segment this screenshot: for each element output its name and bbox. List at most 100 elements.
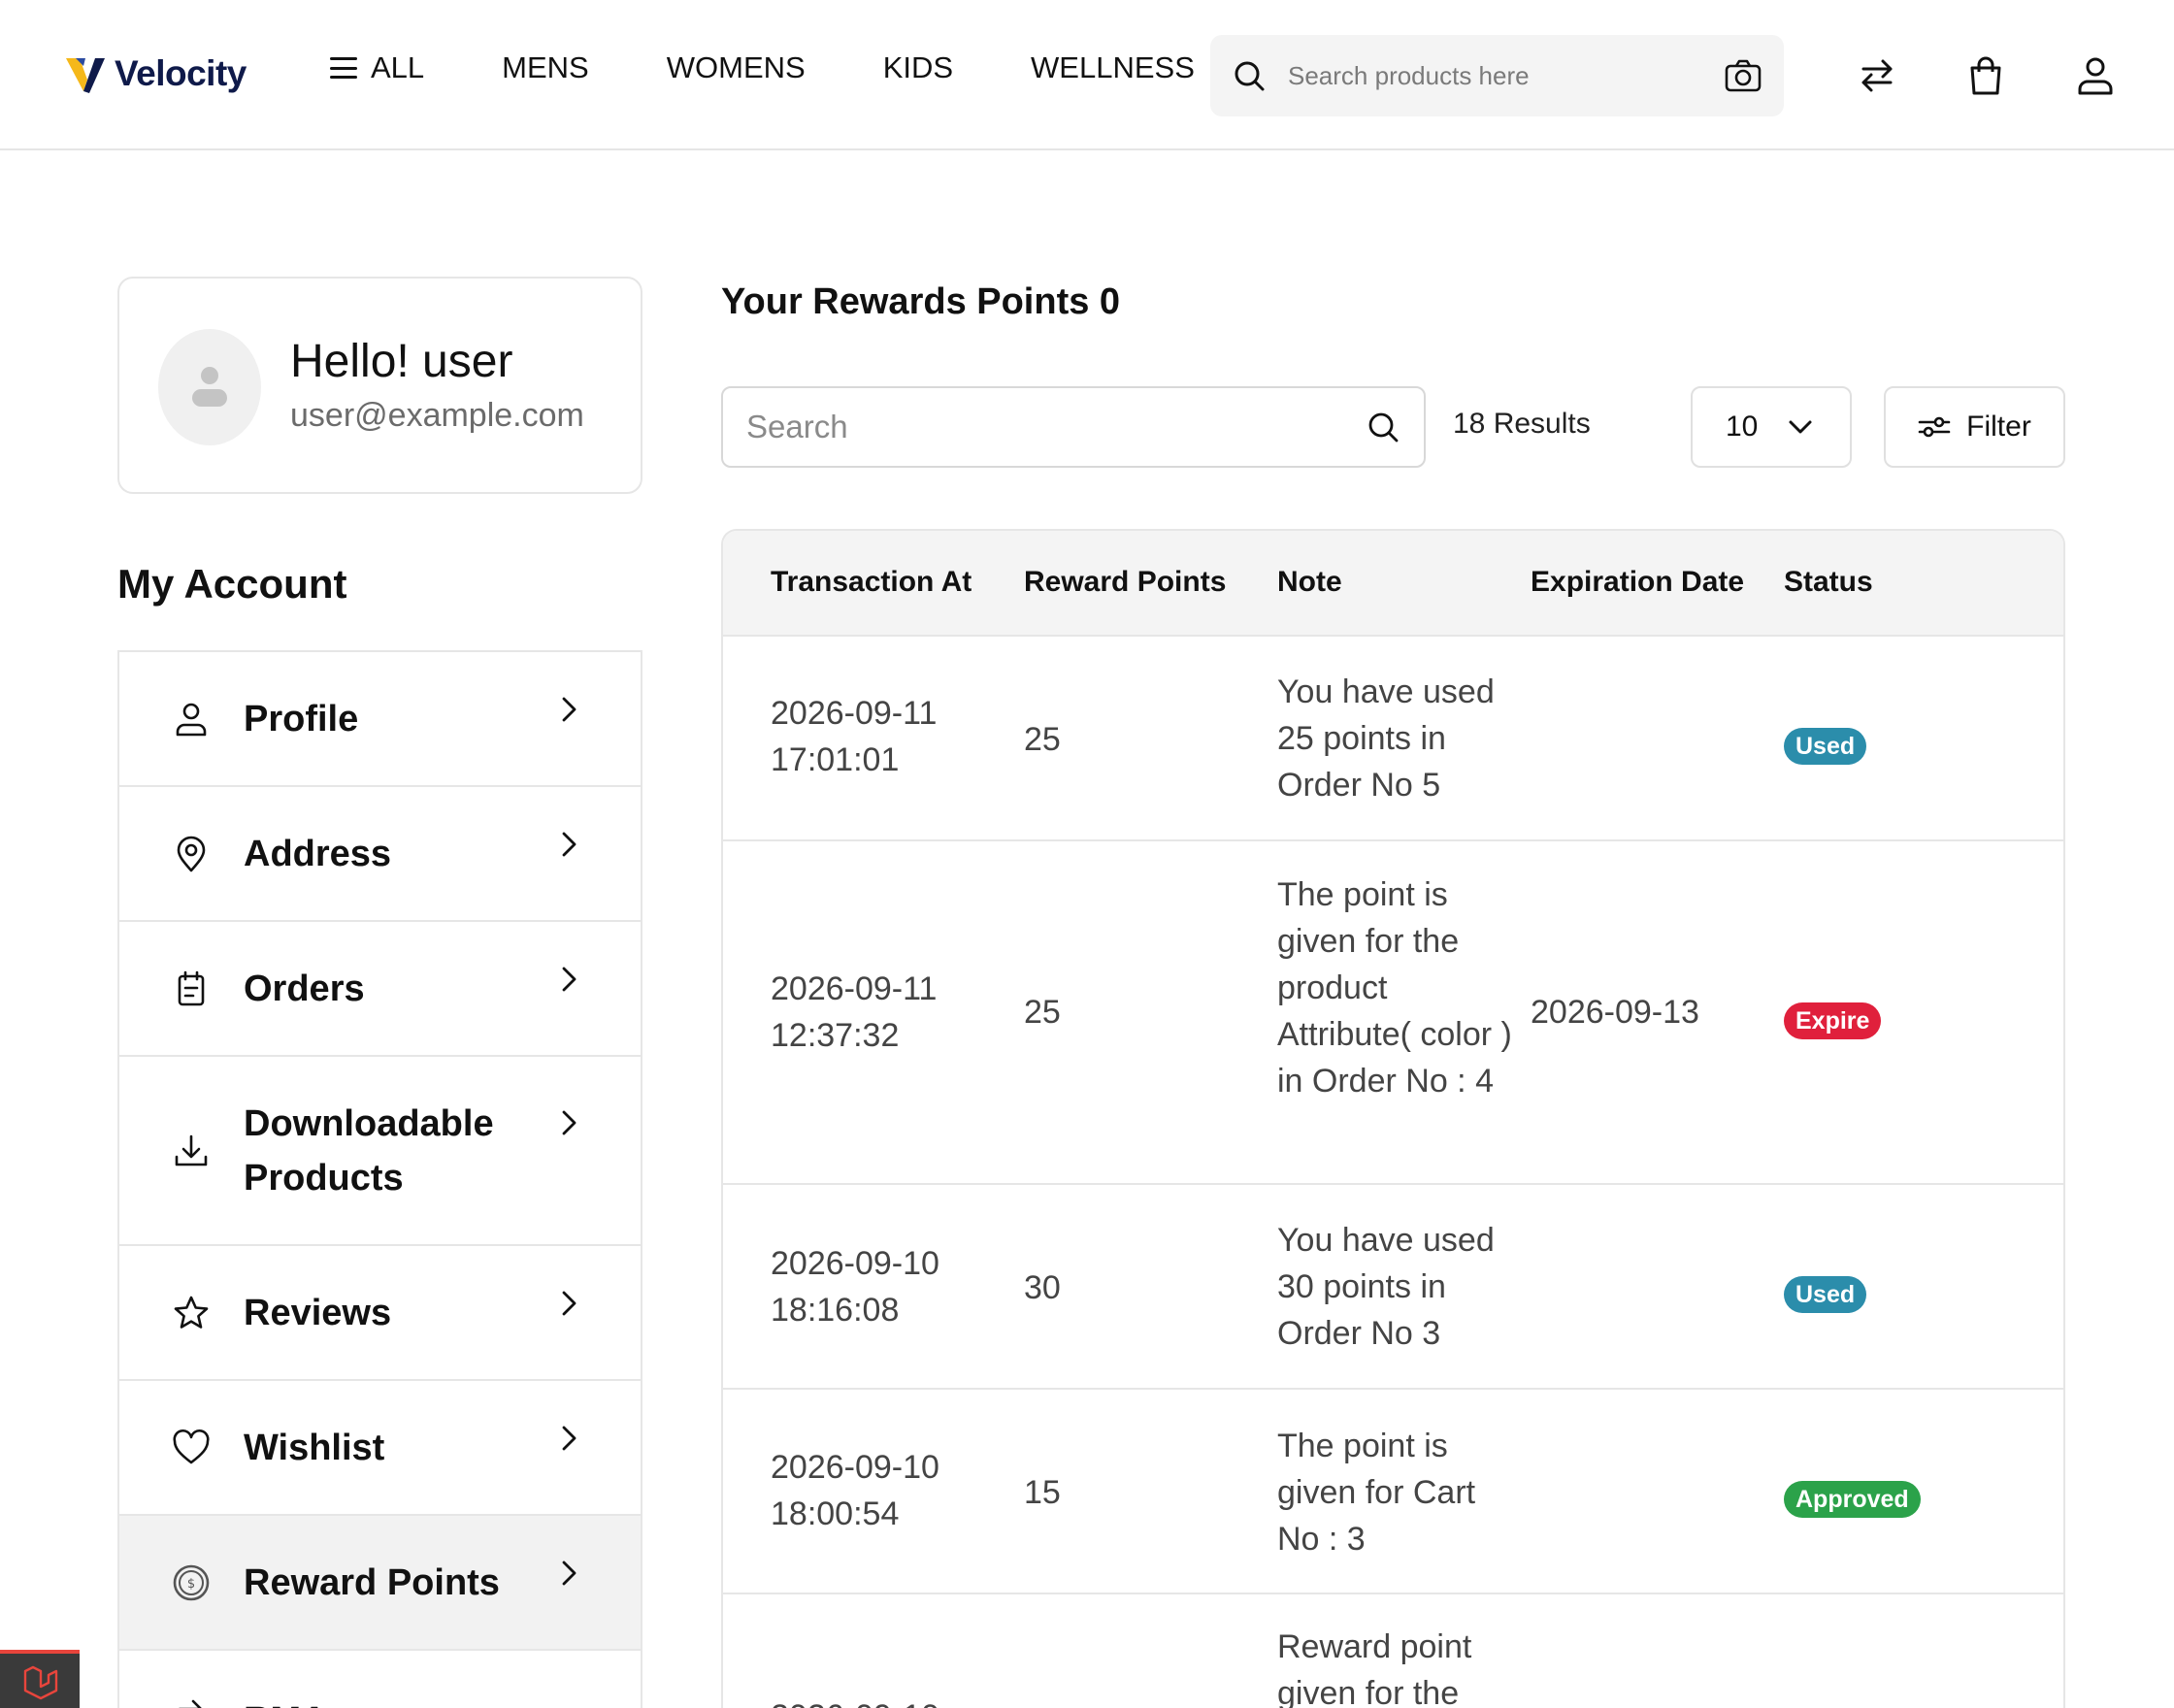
page-title: Your Rewards Points 0 bbox=[721, 281, 1121, 322]
avatar bbox=[158, 329, 261, 445]
note-text: Reward point given for the bbox=[1277, 1628, 1472, 1708]
user-icon bbox=[176, 703, 207, 736]
table-search-input[interactable] bbox=[746, 409, 1366, 445]
debug-toolbar-toggle[interactable] bbox=[0, 1650, 80, 1708]
sidebar-item-downloadable-products[interactable]: Downloadable Products bbox=[119, 1057, 641, 1246]
product-search-input[interactable] bbox=[1288, 60, 1724, 91]
sidebar-item-profile[interactable]: Profile bbox=[119, 652, 641, 787]
chevron-right-icon bbox=[562, 1560, 576, 1585]
account-menu: Profile Address Orders Downloadable Prod… bbox=[117, 650, 642, 1708]
time-value: 17:01:01 bbox=[771, 741, 900, 778]
nav-all[interactable]: ALL bbox=[330, 50, 424, 85]
transaction-date: 2026-09-11 12:37:32 bbox=[771, 966, 984, 1059]
profile-card: Hello! user user@example.com bbox=[117, 277, 642, 494]
chevron-right-icon bbox=[562, 832, 576, 856]
user-icon[interactable] bbox=[2074, 54, 2117, 97]
sidebar-item-label: Downloadable Products bbox=[244, 1102, 494, 1199]
status-badge: Approved bbox=[1784, 1481, 1921, 1518]
camera-icon[interactable] bbox=[1724, 56, 1762, 95]
clipboard-icon bbox=[178, 970, 205, 1005]
sidebar-item-rma[interactable]: RMA bbox=[119, 1651, 641, 1708]
nav-mens[interactable]: MENS bbox=[502, 50, 589, 85]
transaction-date: 2026-09-10 18:16:08 bbox=[771, 1240, 984, 1333]
sidebar-item-label: Reward Points bbox=[244, 1561, 500, 1603]
user-email: user@example.com bbox=[290, 397, 584, 434]
table-row: 2026-09-10 18:00:54 15 The point is give… bbox=[723, 1390, 2063, 1594]
sidebar-item-label: RMA bbox=[244, 1693, 535, 1708]
sidebar-item-reviews[interactable]: Reviews bbox=[119, 1246, 641, 1381]
sidebar-item-reward-points[interactable]: $ Reward Points bbox=[119, 1516, 641, 1651]
reward-points-value: 30 bbox=[1024, 1269, 1061, 1306]
search-icon[interactable] bbox=[1366, 410, 1400, 444]
product-search bbox=[1210, 35, 1784, 116]
note-text: You have used 25 points in Order No 5 bbox=[1277, 673, 1495, 804]
sidebar-item-orders[interactable]: Orders bbox=[119, 922, 641, 1057]
date-value: 2026-09-10 bbox=[771, 1245, 939, 1282]
greeting: Hello! user bbox=[290, 336, 513, 387]
reward-points-table: Transaction At Reward Points Note Expira… bbox=[721, 529, 2065, 1708]
status-badge: Used bbox=[1784, 1276, 1867, 1313]
filter-button[interactable]: Filter bbox=[1884, 386, 2065, 468]
date-value: 2026-09-10 bbox=[771, 1449, 939, 1486]
sidebar-item-label: Wishlist bbox=[244, 1427, 385, 1468]
avatar-placeholder-icon bbox=[192, 367, 227, 407]
hamburger-icon bbox=[330, 57, 357, 79]
column-header: Note bbox=[1277, 566, 1342, 598]
expiration-date: 2026-09-13 bbox=[1531, 994, 1699, 1031]
note-text: You have used 30 points in Order No 3 bbox=[1277, 1222, 1495, 1352]
reward-points-value: 25 bbox=[1024, 721, 1061, 758]
svg-text:$: $ bbox=[187, 1577, 195, 1592]
sidebar-item-wishlist[interactable]: Wishlist bbox=[119, 1381, 641, 1516]
time-value: 18:00:54 bbox=[771, 1495, 900, 1532]
chevron-right-icon bbox=[562, 1426, 576, 1450]
brand-name: Velocity bbox=[115, 53, 247, 93]
sidebar-item-address[interactable]: Address bbox=[119, 787, 641, 922]
per-page-value: 10 bbox=[1726, 411, 1759, 443]
status-badge: Expire bbox=[1784, 1002, 1882, 1039]
filter-label: Filter bbox=[1966, 411, 2031, 443]
compare-icon[interactable] bbox=[1856, 54, 1898, 97]
chevron-right-icon bbox=[562, 967, 576, 991]
nav-all-label: ALL bbox=[371, 50, 425, 84]
date-value: 2026-09-10 bbox=[771, 1693, 984, 1708]
nav-kids[interactable]: KIDS bbox=[883, 50, 953, 85]
laravel-logo-icon bbox=[23, 1665, 58, 1700]
sidebar-item-label: Address bbox=[244, 833, 392, 874]
status-badge: Used bbox=[1784, 728, 1867, 765]
chevron-right-icon bbox=[562, 1110, 576, 1135]
nav-womens[interactable]: WOMENS bbox=[667, 50, 806, 85]
note-text: The point is given for Cart No : 3 bbox=[1277, 1428, 1476, 1558]
column-header: Reward Points bbox=[1024, 566, 1227, 598]
date-value: 2026-09-11 bbox=[771, 695, 938, 732]
column-header: Transaction At bbox=[771, 566, 972, 598]
time-value: 18:16:08 bbox=[771, 1292, 900, 1329]
download-icon bbox=[175, 1134, 208, 1166]
chevron-right-icon bbox=[562, 697, 576, 721]
sidebar-item-label: Reviews bbox=[244, 1292, 392, 1333]
brand-logo[interactable]: Velocity bbox=[62, 50, 247, 97]
reward-points-value: 15 bbox=[1024, 1474, 1061, 1511]
main-nav: ALL MENS WOMENS KIDS WELLNESS bbox=[330, 50, 1272, 85]
star-icon bbox=[174, 1296, 209, 1329]
reward-points-value: 25 bbox=[1024, 994, 1061, 1031]
time-value: 12:37:32 bbox=[771, 1017, 900, 1054]
site-header: Velocity ALL MENS WOMENS KIDS WELLNESS bbox=[0, 0, 2174, 150]
results-count: 18 Results bbox=[1453, 408, 1591, 440]
table-row: 2026-09-10 Reward point given for the bbox=[723, 1594, 2063, 1708]
return-arrow-icon bbox=[179, 1699, 202, 1708]
heart-icon bbox=[173, 1429, 210, 1463]
date-value: 2026-09-11 bbox=[771, 970, 938, 1007]
table-row: 2026-09-11 12:37:32 25 The point is give… bbox=[723, 841, 2063, 1185]
column-header: Expiration Date bbox=[1531, 566, 1745, 598]
table-search bbox=[721, 386, 1426, 468]
sliders-icon bbox=[1918, 416, 1951, 438]
per-page-select[interactable]: 10 bbox=[1691, 386, 1852, 468]
transaction-date: 2026-09-10 bbox=[771, 1693, 984, 1708]
coin-icon: $ bbox=[173, 1564, 210, 1600]
search-icon bbox=[1235, 61, 1265, 91]
cart-icon[interactable] bbox=[1964, 54, 2007, 97]
nav-wellness[interactable]: WELLNESS bbox=[1031, 50, 1195, 85]
transaction-date: 2026-09-10 18:00:54 bbox=[771, 1444, 984, 1537]
column-header: Status bbox=[1784, 566, 1873, 598]
table-row: 2026-09-11 17:01:01 25 You have used 25 … bbox=[723, 637, 2063, 841]
